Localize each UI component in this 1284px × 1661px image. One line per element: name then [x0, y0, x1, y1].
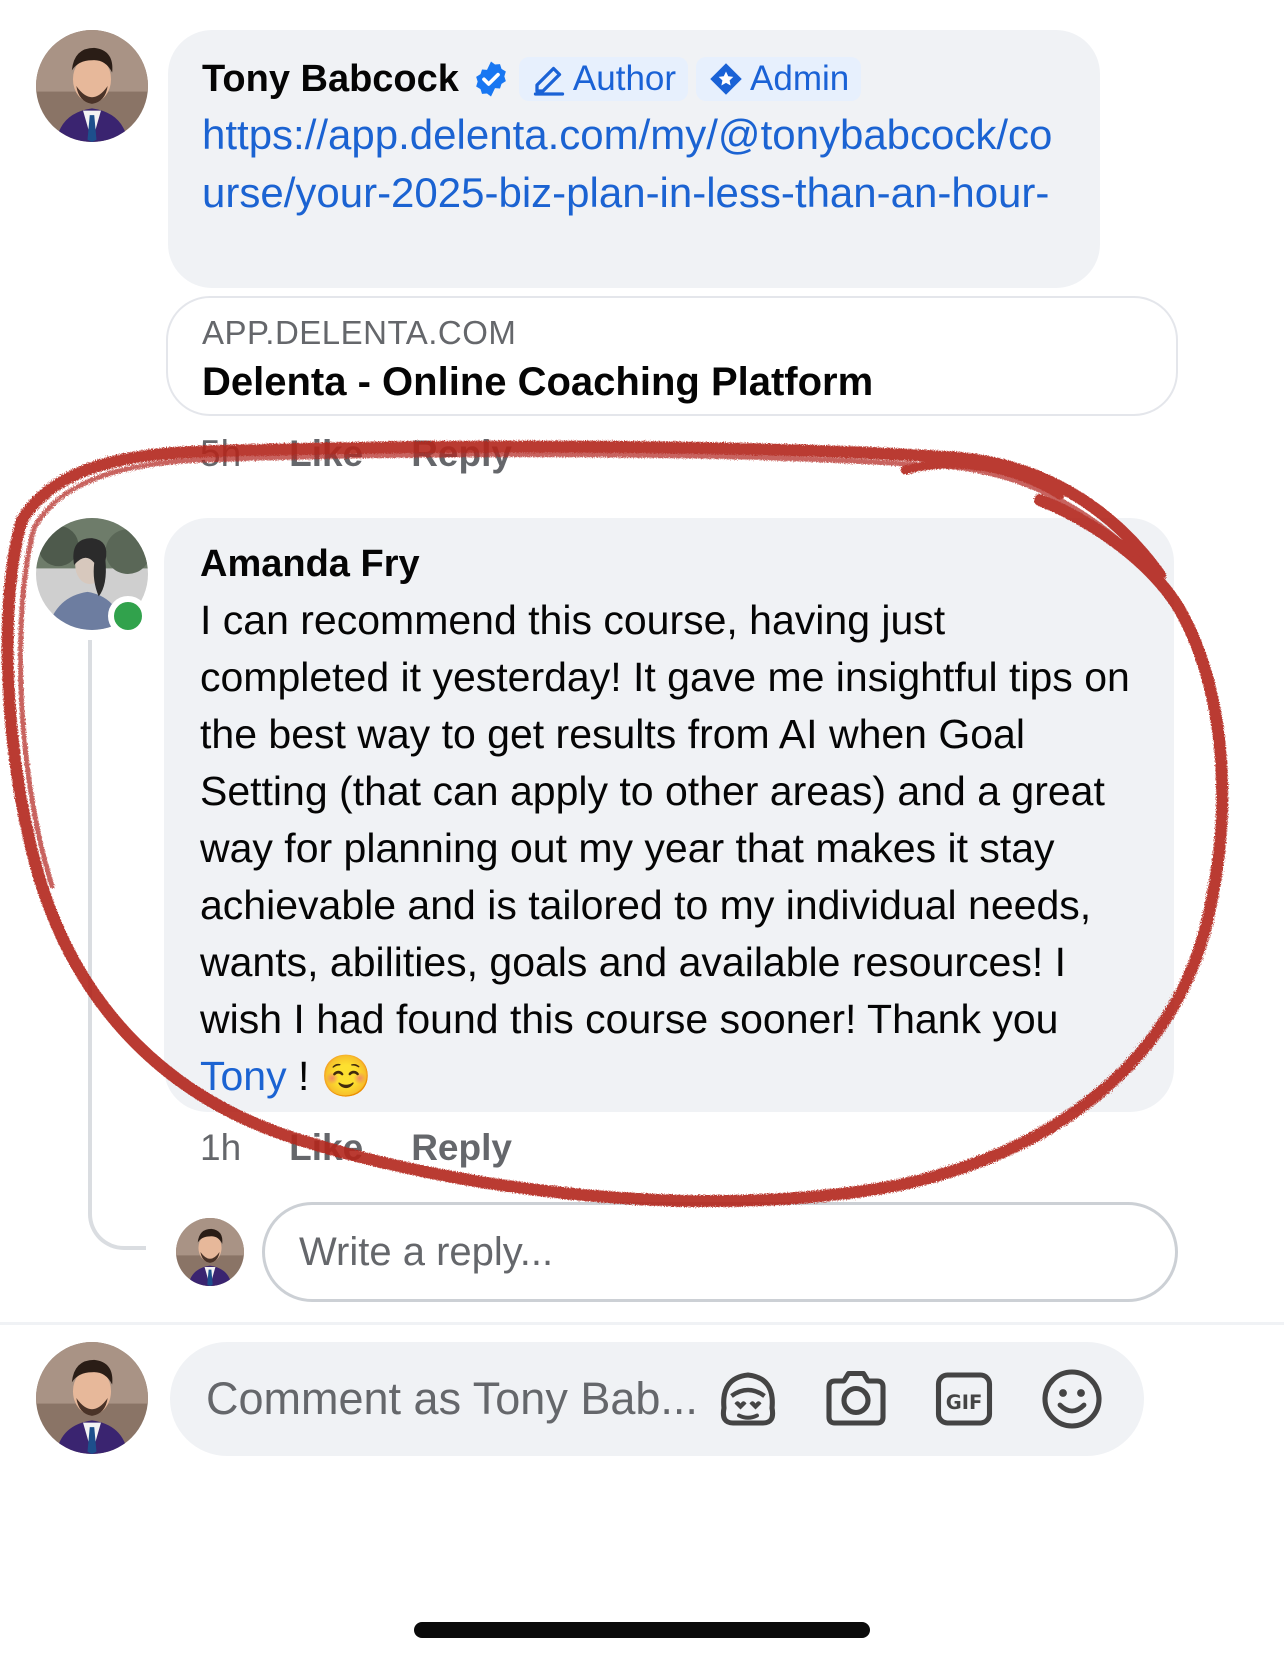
- tony-avatar[interactable]: [36, 30, 148, 142]
- first-comment-actions: 5h Like Reply: [200, 433, 512, 475]
- home-indicator: [414, 1622, 870, 1638]
- like-button[interactable]: Like: [289, 433, 363, 475]
- verified-badge-icon: [471, 59, 511, 99]
- comment-body: I can recommend this course, having just…: [200, 592, 1145, 1105]
- link-preview-card[interactable]: APP.DELENTA.COM Delenta - Online Coachin…: [166, 296, 1178, 416]
- preview-domain: APP.DELENTA.COM: [202, 314, 517, 351]
- admin-badge: Admin: [696, 57, 862, 101]
- comment-text: I can recommend this course, having just…: [200, 597, 1130, 1042]
- pencil-icon: [533, 66, 565, 96]
- online-status-indicator: [108, 596, 148, 636]
- reply-input-placeholder: Write a reply...: [299, 1229, 554, 1274]
- reply-comment-actions: 1h Like Reply: [200, 1127, 512, 1169]
- mention-tony[interactable]: Tony: [200, 1053, 287, 1099]
- tony-comment-bubble: Tony Babcock Author Admin https://app.de…: [168, 30, 1100, 288]
- course-link[interactable]: https://app.delenta.com/my/@tonybabcock/…: [202, 106, 1072, 222]
- author-badge: Author: [518, 57, 689, 101]
- gif-icon[interactable]: GIF: [928, 1363, 1000, 1435]
- comment-timestamp: 1h: [200, 1127, 242, 1168]
- admin-badge-label: Admin: [750, 59, 850, 98]
- composer-placeholder[interactable]: Comment as Tony Bab...: [206, 1373, 712, 1425]
- current-user-avatar-small: [176, 1218, 244, 1286]
- reply-button[interactable]: Reply: [411, 433, 512, 475]
- admin-star-icon: [710, 63, 742, 95]
- current-user-avatar: [36, 1342, 148, 1454]
- comment-text-end: ! ☺️: [286, 1053, 372, 1099]
- comment-composer[interactable]: Comment as Tony Bab... GIF: [170, 1342, 1144, 1456]
- section-divider: [0, 1322, 1284, 1325]
- reply-input[interactable]: Write a reply...: [262, 1202, 1178, 1302]
- comment-timestamp: 5h: [200, 433, 242, 474]
- author-badge-label: Author: [572, 59, 677, 98]
- like-button[interactable]: Like: [289, 1127, 363, 1169]
- comment-author-name[interactable]: Amanda Fry: [200, 540, 1140, 588]
- amanda-comment-bubble: Amanda Fry I can recommend this course, …: [164, 518, 1174, 1112]
- emoji-icon[interactable]: [1036, 1363, 1108, 1435]
- preview-title: Delenta - Online Coaching Platform: [202, 360, 874, 404]
- avatar-sticker-icon[interactable]: [712, 1363, 784, 1435]
- svg-text:GIF: GIF: [946, 1391, 983, 1414]
- reply-button[interactable]: Reply: [411, 1127, 512, 1169]
- thread-connector-line: [88, 640, 146, 1250]
- camera-icon[interactable]: [820, 1363, 892, 1435]
- comment-author-name[interactable]: Tony Babcock: [202, 58, 459, 101]
